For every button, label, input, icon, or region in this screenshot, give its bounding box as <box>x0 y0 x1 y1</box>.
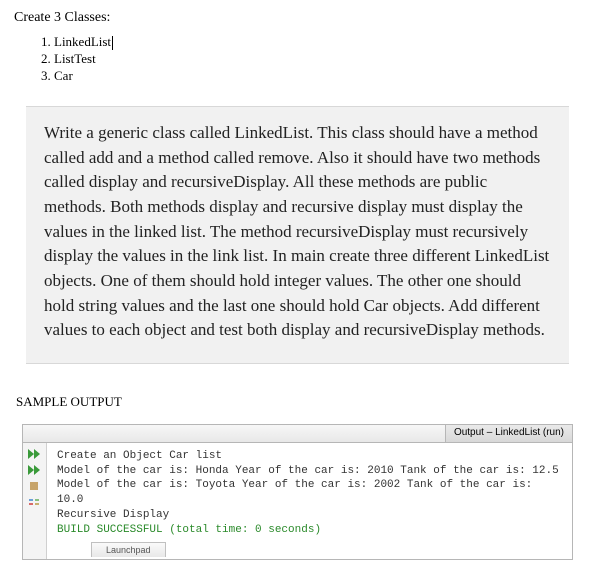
output-tab[interactable]: Output – LinkedList (run) <box>445 425 572 442</box>
build-success-line: BUILD SUCCESSFUL (total time: 0 seconds) <box>57 523 562 538</box>
sample-output-heading: SAMPLE OUTPUT <box>16 394 581 410</box>
console-line: Create an Object Car list <box>57 449 562 464</box>
double-play-icon[interactable] <box>28 465 42 475</box>
console-line: Model of the car is: Toyota Year of the … <box>57 478 562 508</box>
output-tab-row: Output – LinkedList (run) <box>23 425 572 443</box>
console-line: Recursive Display <box>57 508 562 523</box>
output-gutter <box>23 443 47 559</box>
console-output: Create an Object Car list Model of the c… <box>47 443 572 559</box>
instruction-panel: Write a generic class called LinkedList.… <box>26 106 569 364</box>
class-list: LinkedList ListTest Car <box>32 34 581 84</box>
create-classes-heading: Create 3 Classes: <box>14 10 581 26</box>
list-item: ListTest <box>54 51 581 67</box>
output-window: Output – LinkedList (run) Create an Obje… <box>22 424 573 560</box>
list-item: LinkedList <box>54 34 581 50</box>
launchpad-tab[interactable]: Launchpad <box>91 542 166 557</box>
text-cursor <box>112 36 113 50</box>
double-play-icon[interactable] <box>28 449 42 459</box>
console-line: Model of the car is: Honda Year of the c… <box>57 464 562 479</box>
settings-icon[interactable] <box>28 497 42 507</box>
list-item: Car <box>54 68 581 84</box>
stop-icon[interactable] <box>28 481 42 491</box>
